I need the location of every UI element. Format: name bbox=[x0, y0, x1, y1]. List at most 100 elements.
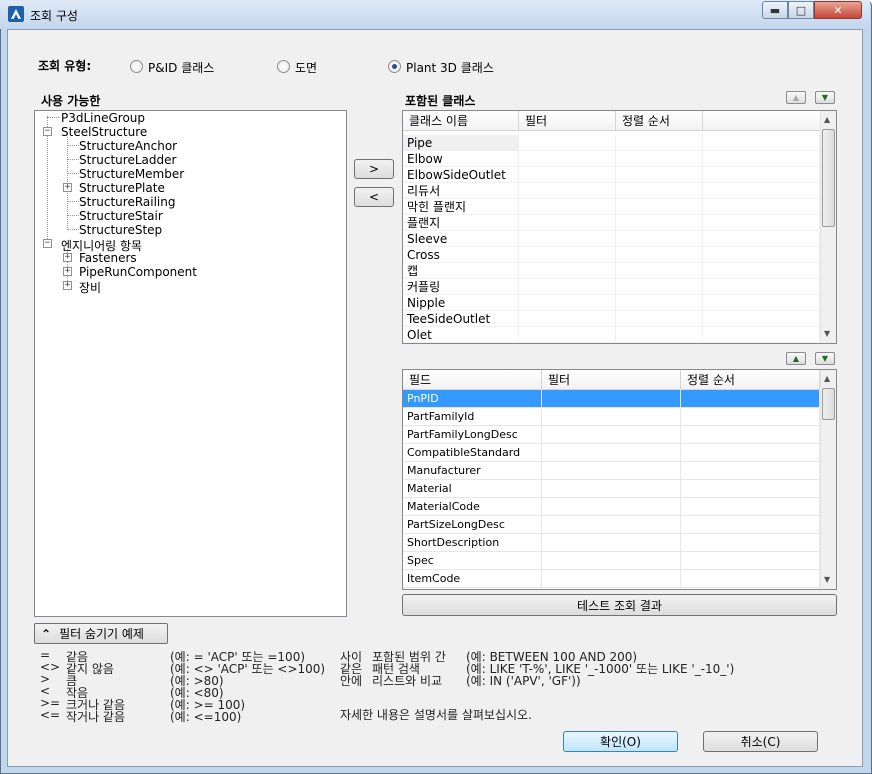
title-bar[interactable]: 조회 구성 ▬ □ ✕ bbox=[0, 0, 870, 29]
col-field-filter[interactable]: 필터 bbox=[542, 370, 681, 390]
col-field-sort[interactable]: 정렬 순서 bbox=[681, 370, 820, 390]
grid-cell[interactable] bbox=[616, 151, 703, 167]
tree-item[interactable]: Fasteners bbox=[79, 251, 137, 265]
field-name-cell[interactable]: Spec bbox=[403, 552, 542, 570]
grid-cell[interactable] bbox=[519, 231, 616, 247]
col-field[interactable]: 필드 bbox=[403, 370, 542, 390]
included-classes-grid[interactable]: 클래스 이름 필터 정렬 순서 Pipe Elbow ElbowSideOutlet… bbox=[402, 110, 837, 344]
field-row[interactable]: ItemCode bbox=[403, 570, 820, 588]
grid-cell[interactable] bbox=[616, 247, 703, 263]
field-name-cell[interactable]: CompatibleStandard bbox=[403, 444, 542, 462]
grid-cell[interactable] bbox=[703, 327, 820, 343]
grid-cell[interactable] bbox=[703, 263, 820, 279]
class-name-cell[interactable]: Olet bbox=[403, 327, 519, 343]
grid-cell[interactable] bbox=[616, 295, 703, 311]
move-down-button[interactable]: ▼ bbox=[815, 91, 835, 104]
grid-cell[interactable] bbox=[703, 311, 820, 327]
radio-plant3d-classes[interactable] bbox=[388, 60, 401, 73]
included-row[interactable]: 캡 bbox=[403, 263, 820, 279]
class-name-cell[interactable]: 커플링 bbox=[403, 279, 519, 295]
included-row[interactable]: TeeSideOutlet bbox=[403, 311, 820, 327]
grid-cell[interactable] bbox=[616, 231, 703, 247]
test-query-button[interactable]: 테스트 조회 결과 bbox=[402, 594, 837, 616]
grid-cell[interactable] bbox=[519, 311, 616, 327]
field-row[interactable]: PnPID bbox=[403, 390, 820, 408]
hide-filter-examples-button[interactable]: ⌃ 필터 숨기기 예제 bbox=[34, 623, 168, 644]
collapse-steelstructure-toggle[interactable]: − bbox=[43, 127, 52, 136]
grid-cell[interactable] bbox=[681, 462, 820, 480]
grid-cell[interactable] bbox=[681, 444, 820, 462]
tree-item[interactable]: StructurePlate bbox=[79, 181, 165, 195]
tree-item[interactable]: PipeRunComponent bbox=[79, 265, 197, 279]
expand-piperuncomponent-toggle[interactable]: + bbox=[63, 267, 72, 276]
grid-cell[interactable] bbox=[519, 183, 616, 199]
included-row[interactable]: Olet bbox=[403, 327, 820, 343]
grid-cell[interactable] bbox=[703, 151, 820, 167]
included-row[interactable]: Nipple bbox=[403, 295, 820, 311]
col-sort-order[interactable]: 정렬 순서 bbox=[616, 111, 703, 131]
field-row[interactable]: MaterialCode bbox=[403, 498, 820, 516]
field-name-cell[interactable]: ItemCode bbox=[403, 570, 542, 588]
grid-cell[interactable] bbox=[519, 295, 616, 311]
grid-cell[interactable] bbox=[542, 462, 681, 480]
grid-cell[interactable] bbox=[681, 426, 820, 444]
class-name-cell[interactable]: 리듀서 bbox=[403, 183, 519, 199]
included-scrollbar[interactable]: ▲ ▼ bbox=[820, 111, 836, 343]
grid-cell[interactable] bbox=[542, 480, 681, 498]
class-name-cell[interactable]: Sleeve bbox=[403, 231, 519, 247]
field-row[interactable]: PartSizeLongDesc bbox=[403, 516, 820, 534]
class-name-cell[interactable]: Elbow bbox=[403, 151, 519, 167]
included-row[interactable]: Cross bbox=[403, 247, 820, 263]
grid-cell[interactable] bbox=[542, 444, 681, 462]
included-row[interactable]: 막힌 플랜지 bbox=[403, 199, 820, 215]
collapse-engineering-items-toggle[interactable]: − bbox=[43, 239, 52, 248]
radio-drawing[interactable] bbox=[277, 60, 290, 73]
fields-grid[interactable]: 필드 필터 정렬 순서 PnPID PartFamilyId PartFamilyL… bbox=[402, 369, 837, 590]
tree-item[interactable]: StructureAnchor bbox=[79, 139, 177, 153]
grid-cell[interactable] bbox=[681, 390, 820, 408]
class-name-cell[interactable]: Cross bbox=[403, 247, 519, 263]
tree-item[interactable]: StructureLadder bbox=[79, 153, 176, 167]
class-name-cell[interactable]: 플랜지 bbox=[403, 215, 519, 231]
available-tree[interactable]: − + − + + + P3dLineGroup SteelStructure … bbox=[34, 110, 347, 617]
field-name-cell[interactable]: PartFamilyId bbox=[403, 408, 542, 426]
grid-cell[interactable] bbox=[519, 247, 616, 263]
tree-item[interactable]: StructureStep bbox=[79, 223, 162, 237]
grid-cell[interactable] bbox=[703, 183, 820, 199]
expand-fasteners-toggle[interactable]: + bbox=[63, 253, 72, 262]
field-row[interactable]: Material bbox=[403, 480, 820, 498]
grid-cell[interactable] bbox=[616, 199, 703, 215]
grid-cell[interactable] bbox=[681, 570, 820, 588]
grid-cell[interactable] bbox=[542, 390, 681, 408]
grid-cell[interactable] bbox=[542, 516, 681, 534]
grid-cell[interactable] bbox=[703, 167, 820, 183]
grid-cell[interactable] bbox=[703, 295, 820, 311]
grid-cell[interactable] bbox=[542, 408, 681, 426]
grid-cell[interactable] bbox=[519, 151, 616, 167]
field-row[interactable]: CompatibleStandard bbox=[403, 444, 820, 462]
class-name-cell[interactable]: 캡 bbox=[403, 263, 519, 279]
field-down-button[interactable]: ▼ bbox=[815, 352, 835, 365]
class-name-cell[interactable]: 막힌 플랜지 bbox=[403, 199, 519, 215]
field-row[interactable]: ShortDescription bbox=[403, 534, 820, 552]
radio-pid-classes[interactable] bbox=[130, 60, 143, 73]
ok-button[interactable]: 확인(O) bbox=[563, 731, 678, 752]
tree-item[interactable]: StructureStair bbox=[79, 209, 163, 223]
field-row[interactable]: Manufacturer bbox=[403, 462, 820, 480]
grid-cell[interactable] bbox=[681, 498, 820, 516]
included-row[interactable]: Elbow bbox=[403, 151, 820, 167]
tree-item[interactable]: SteelStructure bbox=[61, 125, 147, 139]
field-row[interactable]: Spec bbox=[403, 552, 820, 570]
grid-cell[interactable] bbox=[519, 199, 616, 215]
grid-cell[interactable] bbox=[519, 215, 616, 231]
grid-cell[interactable] bbox=[703, 279, 820, 295]
tree-item[interactable]: P3dLineGroup bbox=[61, 111, 145, 125]
field-row[interactable]: PartFamilyId bbox=[403, 408, 820, 426]
grid-cell[interactable] bbox=[542, 570, 681, 588]
expand-structureplate-toggle[interactable]: + bbox=[63, 183, 72, 192]
tree-item[interactable]: 장비 bbox=[79, 279, 101, 296]
class-name-cell[interactable]: TeeSideOutlet bbox=[403, 311, 519, 327]
grid-cell[interactable] bbox=[703, 199, 820, 215]
grid-cell[interactable] bbox=[703, 247, 820, 263]
expand-equipment-toggle[interactable]: + bbox=[63, 281, 72, 290]
